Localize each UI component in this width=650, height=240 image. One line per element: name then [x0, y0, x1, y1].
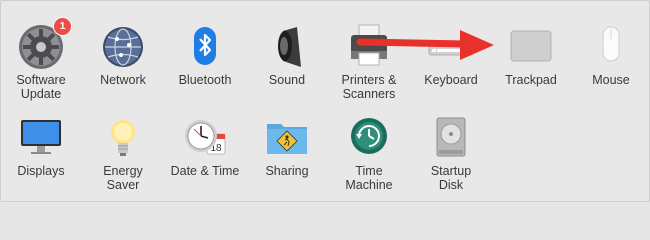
- pane-label: Startup Disk: [430, 164, 472, 192]
- time-machine-icon: [345, 114, 393, 162]
- pane-label: Sharing: [265, 164, 309, 178]
- pane-sound[interactable]: Sound: [247, 23, 327, 113]
- network-globe-icon: [99, 23, 147, 71]
- pane-label: Software Update: [16, 73, 66, 101]
- clock-calendar-icon: 18: [181, 114, 229, 162]
- pane-label: Bluetooth: [178, 73, 232, 87]
- mouse-icon: [587, 23, 635, 71]
- pane-time-machine[interactable]: Time Machine: [329, 114, 409, 204]
- pane-label: Trackpad: [505, 73, 557, 87]
- hard-disk-icon: [427, 114, 475, 162]
- pane-label: Network: [100, 73, 146, 87]
- sharing-folder-icon: [263, 114, 311, 162]
- annotation-arrow: [356, 30, 494, 60]
- pane-label: Sound: [268, 73, 306, 87]
- display-icon: [17, 114, 65, 162]
- pane-label: Displays: [17, 164, 65, 178]
- pane-mouse[interactable]: Mouse: [571, 23, 650, 113]
- pane-network[interactable]: Network: [83, 23, 163, 113]
- lightbulb-icon: [99, 114, 147, 162]
- pane-label: Date & Time: [170, 164, 240, 178]
- bluetooth-icon: [181, 23, 229, 71]
- pane-sharing[interactable]: Sharing: [247, 114, 327, 204]
- pane-displays[interactable]: Displays: [1, 114, 81, 204]
- pane-startup-disk[interactable]: Startup Disk: [411, 114, 491, 204]
- pane-label: Printers & Scanners: [341, 73, 397, 101]
- notification-badge: 1: [53, 17, 72, 36]
- pane-label: Energy Saver: [103, 164, 143, 192]
- pane-trackpad[interactable]: Trackpad: [491, 23, 571, 113]
- pane-label: Keyboard: [424, 73, 478, 87]
- system-preferences-panel: 1 Software Update Network Bluetooth Soun…: [0, 0, 650, 202]
- pane-label: Time Machine: [345, 164, 393, 192]
- pane-software-update[interactable]: 1 Software Update: [1, 17, 81, 113]
- pane-energy-saver[interactable]: Energy Saver: [83, 114, 163, 204]
- trackpad-icon: [507, 23, 555, 71]
- pane-bluetooth[interactable]: Bluetooth: [165, 23, 245, 113]
- speaker-icon: [263, 23, 311, 71]
- pane-date-time[interactable]: 18 Date & Time: [165, 114, 245, 204]
- pane-label: Mouse: [592, 73, 630, 87]
